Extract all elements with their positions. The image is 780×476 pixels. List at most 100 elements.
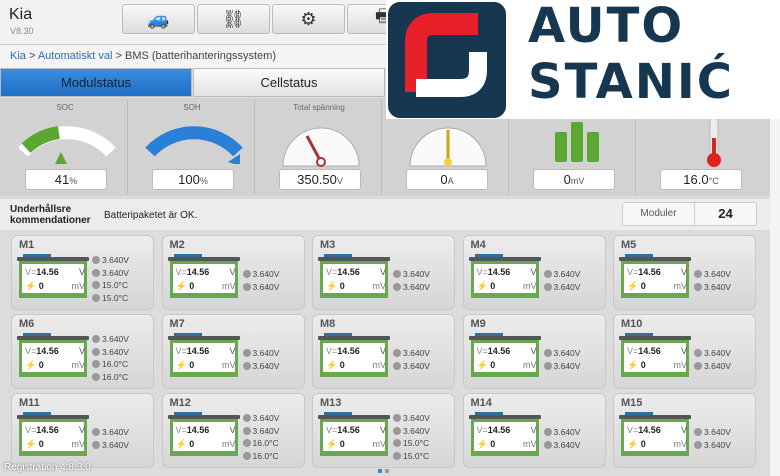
cell-voltage-icon <box>393 426 401 435</box>
battery-body: V=14.56 V ⚡ 0 mV <box>470 419 539 456</box>
voltage-value: 350.50 <box>297 172 337 187</box>
soc-label: SOC <box>56 103 74 112</box>
logo-line2: STANIĆ <box>528 54 734 110</box>
cell-voltage-icon <box>393 282 401 291</box>
module-card[interactable]: M7 V=14.56 V ⚡ 0 mV 3.640V 3.640V <box>161 314 305 389</box>
module-mv: ⚡ 0 mV <box>176 281 236 292</box>
scrollbar[interactable] <box>770 98 780 476</box>
module-mv-value: 0 <box>189 281 195 291</box>
module-voltage: V=14.56 V <box>25 267 85 277</box>
module-readings: 3.640V 3.640V <box>543 347 580 372</box>
soh-value-box: 100% <box>152 169 234 190</box>
soh-label: SOH <box>183 103 201 112</box>
page-dot <box>385 469 389 473</box>
module-card[interactable]: M14 V=14.56 V ⚡ 0 mV 3.640V 3.640V <box>462 393 606 468</box>
module-card[interactable]: M3 V=14.56 V ⚡ 0 mV 3.640V 3.640V <box>312 235 455 310</box>
temperature-value-box: 16.0°C <box>660 169 742 190</box>
module-readings: 3.640V 3.640V <box>242 347 279 372</box>
module-reading: 3.640V <box>242 281 279 294</box>
cell-voltage-icon <box>92 440 100 449</box>
module-card[interactable]: M1 V=14.56 V ⚡ 0 mV 3.640V 3.640V 15.0°C 15.0… <box>11 235 154 310</box>
bolt-icon: ⚡ <box>175 439 187 449</box>
battery-icon: V=14.56 V ⚡ 0 mV <box>167 333 240 379</box>
module-voltage-unit: V <box>379 267 386 277</box>
module-readings: 3.640V 3.640V <box>92 426 129 451</box>
module-mv-unit: mV <box>673 360 688 370</box>
module-card[interactable]: M2 V=14.56 V ⚡ 0 mV 3.640V 3.640V <box>161 235 305 310</box>
module-grid[interactable]: M1 V=14.56 V ⚡ 0 mV 3.640V 3.640V 15.0°C 15.0… <box>0 231 770 476</box>
module-name: M3 <box>320 239 336 251</box>
temperature-icon <box>242 439 251 447</box>
cell-voltage-icon <box>242 282 251 291</box>
module-reading: 3.640V <box>393 347 430 360</box>
module-mv: ⚡ 0 mV <box>477 281 537 292</box>
module-name: M1 <box>19 239 35 251</box>
module-reading: 3.640V <box>92 254 129 267</box>
battery-body: V=14.56 V ⚡ 0 mV <box>470 340 539 377</box>
module-reading-value: 3.640V <box>553 269 581 279</box>
module-card[interactable]: M5 V=14.56 V ⚡ 0 mV 3.640V 3.640V <box>613 235 756 310</box>
module-voltage: V=14.56 V <box>477 346 537 356</box>
module-card[interactable]: M9 V=14.56 V ⚡ 0 mV 3.640V 3.640V <box>462 314 606 389</box>
car-cloud-button[interactable]: 🚙 <box>122 4 195 34</box>
tab-modulstatus[interactable]: Modulstatus <box>0 68 192 97</box>
module-reading: 3.640V <box>543 268 581 281</box>
module-name: M9 <box>470 318 486 330</box>
breadcrumb-kia[interactable]: Kia <box>10 50 26 62</box>
module-name: M12 <box>169 397 191 409</box>
soc-arc-icon <box>18 126 116 164</box>
voltage-icon: V= <box>627 425 639 435</box>
module-card[interactable]: M11 V=14.56 V ⚡ 0 mV 3.640V 3.640V <box>11 393 154 468</box>
car-lift-button[interactable]: ⛓ <box>197 4 270 34</box>
soc-gauge: SOC 41% <box>3 100 128 194</box>
module-name: M8 <box>320 318 336 330</box>
voltage-icon: V= <box>25 425 37 435</box>
module-reading: 16.0°C <box>242 437 280 450</box>
module-card[interactable]: M4 V=14.56 V ⚡ 0 mV 3.640V 3.640V <box>462 235 606 310</box>
settings-button[interactable]: ⚙ <box>272 4 345 34</box>
current-value: 0 <box>440 172 448 187</box>
module-readings: 3.640V 3.640V 15.0°C 15.0°C <box>92 254 129 304</box>
module-card[interactable]: M12 V=14.56 V ⚡ 0 mV 3.640V 3.640V 16.0°C 16.… <box>161 393 305 468</box>
module-voltage-value: 14.56 <box>638 346 661 356</box>
cell-diff-value: 0 <box>563 172 571 187</box>
temperature-icon <box>242 451 251 460</box>
module-card[interactable]: M10 V=14.56 V ⚡ 0 mV 3.640V 3.640V <box>613 314 756 389</box>
module-mv-value: 0 <box>640 360 646 370</box>
module-voltage: V=14.56 V <box>25 346 85 356</box>
module-card[interactable]: M13 V=14.56 V ⚡ 0 mV 3.640V 3.640V 15.0°C 15.… <box>312 393 455 468</box>
bolt-icon: ⚡ <box>476 439 488 449</box>
module-reading: 3.640V <box>393 281 430 294</box>
voltmeter-icon <box>282 127 360 167</box>
breadcrumb-sep: > <box>112 50 125 62</box>
temperature-icon <box>393 451 401 460</box>
module-reading: 15.0°C <box>92 279 129 292</box>
module-readings: 3.640V 3.640V <box>694 426 731 451</box>
tab-cellstatus[interactable]: Cellstatus <box>193 68 385 97</box>
module-reading-value: 16.0°C <box>102 359 129 369</box>
bolt-icon: ⚡ <box>627 439 639 449</box>
module-mv-unit: mV <box>523 281 537 291</box>
voltage-icon: V= <box>476 267 488 277</box>
module-mv: ⚡ 0 mV <box>627 281 687 292</box>
module-mv-value: 0 <box>38 281 44 291</box>
module-voltage-value: 14.56 <box>186 425 210 435</box>
module-reading: 3.640V <box>92 346 129 359</box>
module-mv-value: 0 <box>38 439 44 449</box>
module-name: M4 <box>470 239 486 251</box>
battery-icon: V=14.56 V ⚡ 0 mV <box>619 412 691 458</box>
cell-voltage-icon <box>92 268 100 277</box>
module-reading-value: 3.640V <box>252 425 280 436</box>
module-card[interactable]: M6 V=14.56 V ⚡ 0 mV 3.640V 3.640V 16.0°C 16.0… <box>11 314 154 389</box>
app-version: V8.30 <box>10 26 34 36</box>
battery-body: V=14.56 V ⚡ 0 mV <box>169 261 238 298</box>
module-card[interactable]: M8 V=14.56 V ⚡ 0 mV 3.640V 3.640V <box>312 314 455 389</box>
bolt-icon: ⚡ <box>25 439 37 449</box>
module-voltage-unit: V <box>680 425 687 435</box>
breadcrumb-auto[interactable]: Automatiskt val <box>38 50 113 62</box>
module-card[interactable]: M15 V=14.56 V ⚡ 0 mV 3.640V 3.640V <box>613 393 756 468</box>
module-reading-value: 15.0°C <box>102 280 129 290</box>
module-mv: ⚡ 0 mV <box>25 281 85 292</box>
module-mv: ⚡ 0 mV <box>326 360 386 371</box>
module-mv-unit: mV <box>222 439 236 449</box>
